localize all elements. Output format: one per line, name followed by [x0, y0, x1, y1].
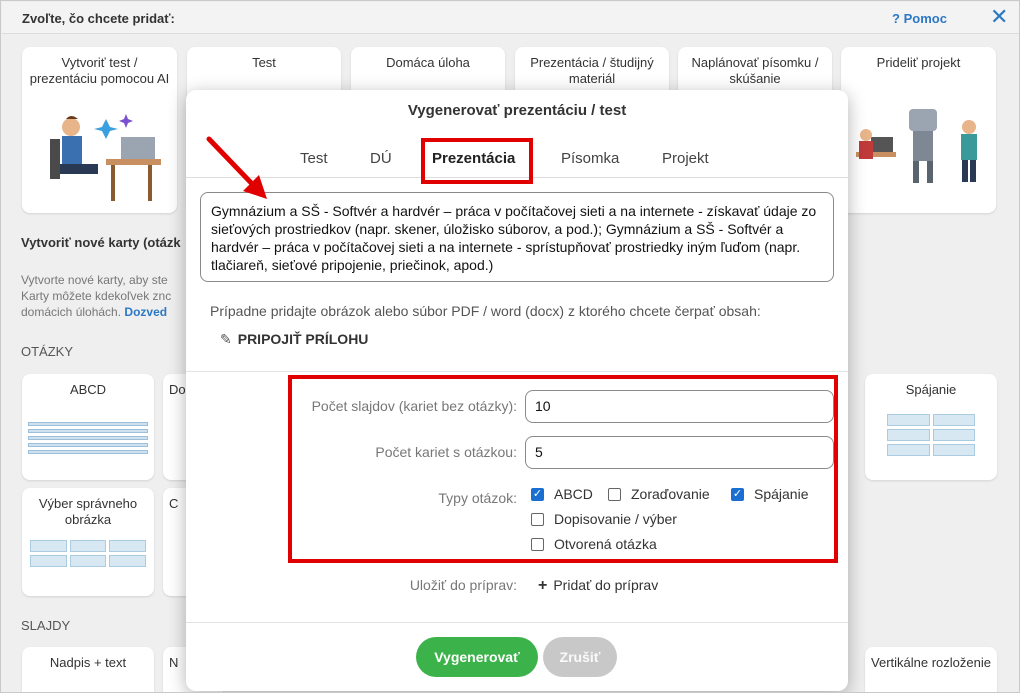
card-slide-title-text[interactable]: Nadpis + text	[22, 647, 154, 692]
add-prep-label: Pridať do príprav	[553, 577, 659, 593]
card-label: Vertikálne rozloženie	[871, 655, 991, 670]
card-label: ABCD	[69, 382, 107, 397]
tab-project[interactable]: Projekt	[662, 150, 709, 167]
card-label: Prezentácia / študijný materiál	[530, 55, 654, 86]
page-title: Zvoľte, čo chcete pridať:	[22, 11, 175, 26]
help-icon: ?	[892, 11, 900, 26]
card-question-matching[interactable]: Spájanie	[865, 374, 997, 480]
card-label: Naplánovať písomku / skúšanie	[691, 55, 819, 86]
plus-icon: +	[538, 577, 548, 594]
learn-more-link[interactable]: Dozved	[124, 305, 167, 319]
abcd-thumbnail-icon	[28, 422, 148, 457]
app-window: Zvoľte, čo chcete pridať: ? Pomoc ✕ Vytv…	[0, 0, 1020, 693]
questions-section-label: OTÁZKY	[21, 344, 74, 359]
ai-illustration-icon	[50, 114, 161, 201]
cancel-button[interactable]: Zrušiť	[543, 637, 617, 677]
prompt-textarea[interactable]: Gymnázium a SŠ - Softvér a hardvér – prá…	[200, 192, 834, 282]
header-bar: Zvoľte, čo chcete pridať: ? Pomoc ✕	[2, 2, 1019, 34]
image-select-thumbnail-icon	[30, 540, 146, 567]
card-label: Domáca úloha	[386, 55, 470, 70]
tab-highlight-box	[421, 138, 533, 184]
card-label: Vytvoriť test / prezentáciu pomocou AI	[29, 55, 170, 86]
modal-title: Vygenerovať prezentáciu / test	[407, 102, 627, 119]
card-question-image[interactable]: Výber správneho obrázka	[22, 488, 154, 596]
card-project[interactable]: Prideliť projekt	[841, 47, 996, 213]
tab-exam[interactable]: Písomka	[561, 150, 619, 167]
tab-homework[interactable]: DÚ	[370, 150, 392, 167]
attach-label: PRIPOJIŤ PRÍLOHU	[237, 331, 369, 347]
matching-thumbnail-icon	[887, 414, 975, 456]
create-cards-text: Vytvorte nové karty, aby ste Karty môžet…	[21, 272, 171, 320]
close-icon[interactable]: ✕	[990, 6, 1008, 28]
card-label: Spájanie	[905, 382, 957, 397]
card-label: Test	[252, 55, 276, 70]
attach-file-button[interactable]: ✎ PRIPOJIŤ PRÍLOHU	[220, 331, 368, 348]
card-label: Výber správneho obrázka	[38, 496, 138, 527]
settings-highlight-box	[288, 375, 838, 563]
arrow-annotation-icon	[206, 136, 267, 199]
card-label: Nadpis + text	[49, 655, 127, 670]
card-ai-generate[interactable]: Vytvoriť test / prezentáciu pomocou AI	[22, 47, 177, 213]
card-slide-vertical[interactable]: Vertikálne rozloženie	[865, 647, 997, 692]
robot-illustration-icon	[856, 109, 977, 183]
help-link[interactable]: ? Pomoc	[892, 11, 947, 26]
create-cards-line: Vytvorte nové karty, aby ste	[21, 273, 168, 287]
add-to-prep-button[interactable]: + Pridať do príprav	[538, 577, 658, 595]
slides-section-label: SLAJDY	[21, 618, 71, 633]
create-cards-line: domácich úlohách. Dozved	[21, 305, 168, 319]
card-label: Prideliť projekt	[876, 55, 961, 70]
tab-test[interactable]: Test	[300, 150, 328, 167]
attachment-hint: Prípadne pridajte obrázok alebo súbor PD…	[210, 303, 761, 319]
card-question-abcd[interactable]: ABCD	[22, 374, 154, 480]
generate-button[interactable]: Vygenerovať	[416, 637, 538, 677]
divider	[186, 371, 848, 372]
divider	[186, 622, 848, 623]
create-cards-heading: Vytvoriť nové karty (otázk	[21, 235, 181, 250]
save-to-prep-label: Uložiť do príprav:	[409, 577, 517, 593]
create-cards-line: Karty môžete kdekoľvek znc	[21, 289, 172, 303]
generate-modal: Vygenerovať prezentáciu / test Test DÚ P…	[186, 90, 848, 691]
help-label: Pomoc	[903, 11, 947, 26]
paperclip-icon: ✎	[220, 331, 232, 347]
